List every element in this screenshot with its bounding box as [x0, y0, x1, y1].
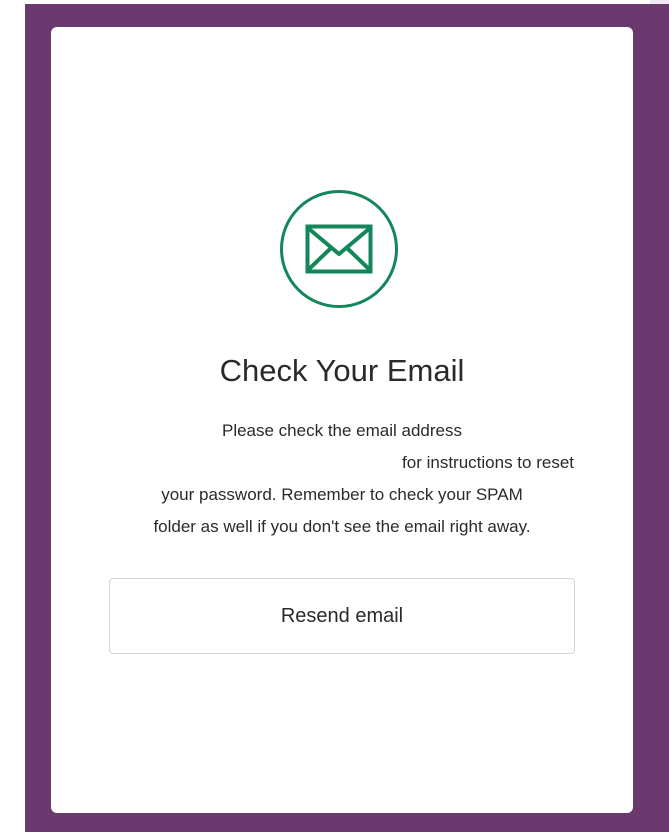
resend-email-button[interactable]: Resend email — [109, 578, 575, 654]
instructions-line-2: for instructions to reset — [402, 453, 574, 472]
page-title: Check Your Email — [219, 353, 465, 388]
page: Check Your Email Please check the email … — [0, 0, 669, 832]
check-email-card: Check Your Email Please check the email … — [51, 27, 633, 813]
envelope-icon — [280, 190, 398, 308]
instructions-line-3: your password. Remember to check your SP… — [161, 485, 523, 504]
envelope-icon-glyph — [305, 224, 373, 274]
instructions-text: Please check the email address for instr… — [107, 415, 577, 543]
instructions-line-4: folder as well if you don't see the emai… — [153, 517, 531, 536]
instructions-line-1: Please check the email address — [221, 421, 463, 440]
